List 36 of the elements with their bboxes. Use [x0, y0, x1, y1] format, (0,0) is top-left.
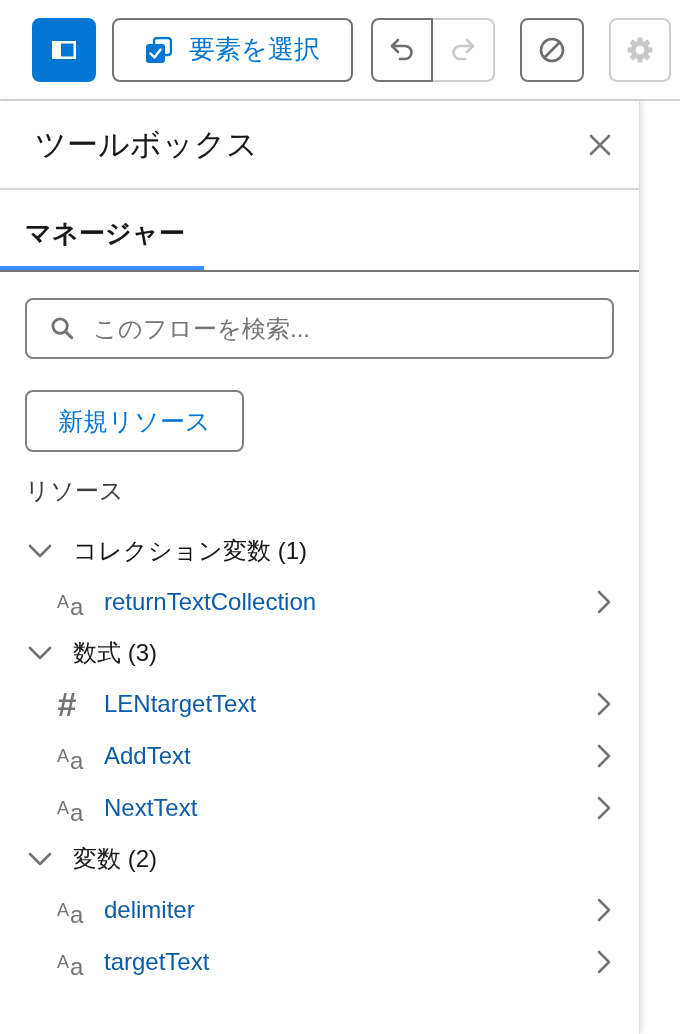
chevron-down-icon[interactable]: [28, 852, 52, 866]
chevron-right-icon[interactable]: [597, 898, 611, 922]
chevron-right-icon[interactable]: [597, 744, 611, 768]
settings-icon: [627, 36, 653, 63]
chevron-right-icon[interactable]: [597, 692, 611, 716]
section-header[interactable]: 変数 (2): [73, 843, 157, 875]
redo-icon: [450, 36, 476, 63]
panel-icon: [52, 40, 76, 59]
close-icon[interactable]: [589, 133, 611, 156]
undo-button[interactable]: [371, 17, 433, 82]
resource-link[interactable]: returnTextCollection: [104, 588, 317, 616]
ban-icon: [539, 36, 565, 63]
resources-heading: リソース: [25, 476, 124, 506]
search-icon: [51, 317, 74, 340]
resource-link[interactable]: targetText: [104, 948, 210, 976]
number-type-icon: #: [57, 687, 90, 721]
resource-link[interactable]: NextText: [104, 794, 198, 822]
undo-icon: [389, 36, 415, 63]
resource-link[interactable]: delimiter: [104, 896, 195, 924]
stop-button[interactable]: [520, 17, 584, 82]
panel-toggle-button[interactable]: [32, 17, 96, 82]
section-header[interactable]: コレクション変数 (1): [73, 535, 307, 567]
chevron-right-icon[interactable]: [597, 950, 611, 974]
chevron-down-icon[interactable]: [28, 544, 52, 558]
resource-link[interactable]: AddText: [104, 742, 191, 770]
search-field[interactable]: このフローを検索...: [25, 298, 614, 359]
manager-tab[interactable]: マネージャー: [0, 190, 204, 270]
section-header[interactable]: 数式 (3): [73, 637, 157, 669]
chevron-right-icon[interactable]: [597, 796, 611, 820]
chevron-right-icon[interactable]: [597, 590, 611, 614]
select-elements-button[interactable]: 要素を選択: [112, 17, 353, 82]
panel-title: ツールボックス: [35, 125, 258, 164]
chevron-down-icon[interactable]: [28, 646, 52, 660]
checked-squares-icon: [145, 36, 172, 63]
new-resource-button[interactable]: 新規リソース: [25, 390, 244, 452]
resource-link[interactable]: LENtargetText: [104, 690, 257, 718]
